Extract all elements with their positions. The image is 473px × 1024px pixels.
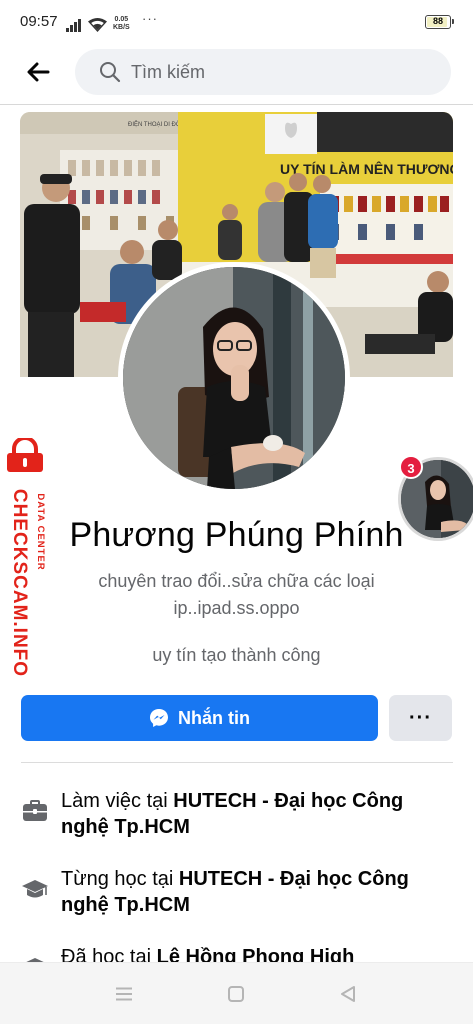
arrow-left-icon <box>27 62 50 82</box>
status-time: 09:57 <box>20 13 58 30</box>
section-divider <box>21 762 453 763</box>
nav-menu-button[interactable] <box>112 983 136 1005</box>
net-speed-unit: KB/S <box>113 24 130 31</box>
wifi-icon <box>88 18 107 32</box>
home-icon <box>228 986 244 1002</box>
menu-icon <box>116 987 132 1001</box>
detail-study-1-prefix: Từng học tại <box>61 868 179 890</box>
more-options-button[interactable]: ··· <box>389 695 452 741</box>
search-input[interactable] <box>131 61 431 83</box>
app-header <box>0 44 473 102</box>
system-nav-bar <box>0 962 473 1024</box>
detail-study-1: Từng học tại HUTECH - Đại học Công nghệ … <box>20 866 453 918</box>
profile-name: Phương Phúng Phính <box>69 516 404 554</box>
net-speed: 0.05 KB/S <box>113 16 130 32</box>
cover-store-sign: UY TÍN LÀM NÊN THƯƠNG <box>280 160 453 177</box>
search-bar[interactable] <box>75 49 451 95</box>
status-bar: 09:57 0.05 KB/S ··· 88 <box>0 0 473 44</box>
profile-image <box>123 267 345 489</box>
profile-photo[interactable] <box>118 262 350 494</box>
briefcase-icon <box>23 800 47 821</box>
status-overflow: ··· <box>142 11 158 26</box>
bio-line-2: ip..ipad.ss.oppo <box>173 598 300 618</box>
status-icons: 0.05 KB/S <box>66 12 130 32</box>
nav-back-button[interactable] <box>336 983 360 1005</box>
header-divider <box>0 104 473 105</box>
nav-home-button[interactable] <box>224 983 248 1005</box>
bio-line-1: chuyên trao đổi..sửa chữa các loại <box>98 571 375 591</box>
detail-work: Làm việc tại HUTECH - Đại học Công nghệ … <box>20 788 453 840</box>
profile-tagline: uy tín tạo thành công <box>152 645 321 665</box>
back-button[interactable] <box>20 54 56 90</box>
story-count-badge: 3 <box>399 455 423 479</box>
battery-level: 88 <box>432 16 443 26</box>
profile-bio: chuyên trao đổi..sửa chữa các loại ip..i… <box>60 568 413 622</box>
detail-study-1-text: Từng học tại HUTECH - Đại học Công nghệ … <box>61 866 441 918</box>
detail-work-text: Làm việc tại HUTECH - Đại học Công nghệ … <box>61 788 441 840</box>
net-speed-value: 0.05 <box>114 16 129 23</box>
message-button-label: Nhắn tin <box>178 707 250 728</box>
more-options-label: ··· <box>409 706 432 729</box>
messenger-icon <box>150 709 168 727</box>
cell-signal-icon <box>66 19 81 32</box>
search-icon <box>100 62 121 83</box>
message-button[interactable]: Nhắn tin <box>21 695 378 741</box>
battery-icon: 88 <box>425 15 454 29</box>
graduation-cap-icon <box>22 880 48 898</box>
detail-work-prefix: Làm việc tại <box>61 790 174 812</box>
back-triangle-icon <box>341 986 355 1002</box>
